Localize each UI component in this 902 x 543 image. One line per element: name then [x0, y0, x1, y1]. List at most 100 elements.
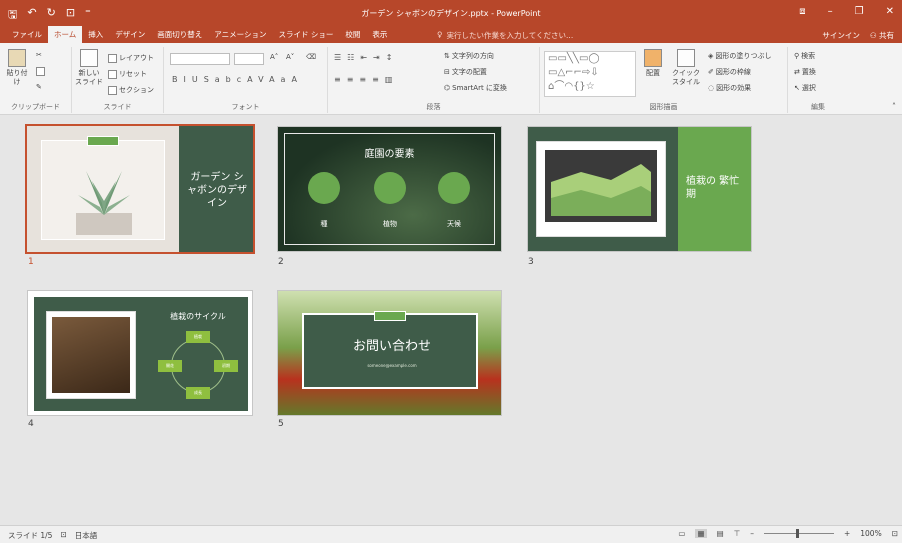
group-drawing: ▭▭╲╲▭◯ ▭△⌐⌐⇨⇩ ⌂⌒◠{}☆ 配置 クイック スタイル ◈ 図形の塗りつぶ… [540, 47, 788, 113]
group-font: A˄ A˅ ⌫ BIUSabcAVAaA フォント [164, 47, 328, 113]
title-bar: 🖫 ↶ ↻ ⊡ ⁼ ガーデン シャボンのデザイン.pptx - PowerPoi… [0, 0, 902, 26]
find-button[interactable]: ⚲ 検索 [794, 51, 815, 61]
scissors-icon: ✂ [36, 51, 42, 59]
window-controls: ⧈ – ❐ ✕ [799, 6, 894, 17]
align-text-label: 文字の配置 [451, 68, 487, 76]
zoom-slider-thumb[interactable] [795, 529, 799, 538]
close-button[interactable]: ✕ [886, 6, 894, 17]
minimize-button[interactable]: – [828, 6, 833, 17]
restore-button[interactable]: ❐ [855, 6, 864, 17]
tab-animations[interactable]: アニメーション [208, 26, 272, 43]
grow-font-button[interactable]: A˄ [270, 53, 278, 61]
copy-icon [36, 67, 45, 76]
arrange-button[interactable]: 配置 [640, 49, 666, 78]
slide-2-item-3: 天候 [447, 220, 461, 228]
ribbon-display-options-icon[interactable]: ⧈ [799, 6, 805, 17]
eraser-icon: ⌫ [306, 53, 316, 61]
section-button[interactable]: セクション [108, 85, 154, 95]
zoom-slider[interactable] [763, 529, 834, 538]
reading-view-icon[interactable]: ▤ [717, 529, 724, 538]
shape-effects-button[interactable]: ◌ 図形の効果 [708, 83, 751, 93]
text-direction-icon: ⇅ [444, 52, 450, 60]
slide-thumbnail-4[interactable]: 植栽のサイクル 植栽 初期 成長 開花 [27, 290, 253, 416]
replace-icon: ⇄ [794, 68, 800, 76]
font-format-buttons[interactable]: BIUSabcAVAaA [172, 75, 303, 84]
seed-icon [308, 172, 340, 204]
shape-fill-button[interactable]: ◈ 図形の塗りつぶし [708, 51, 771, 61]
pen-icon: ✐ [708, 68, 714, 76]
group-label-editing: 編集 [811, 103, 825, 111]
brush-icon: ✎ [36, 83, 42, 91]
cut-button[interactable]: ✂ [36, 51, 42, 59]
tab-file[interactable]: ファイル [6, 26, 48, 43]
list-buttons[interactable]: ☰☷⇤⇥↕ [334, 53, 398, 62]
font-name-combo[interactable] [170, 53, 230, 65]
layout-button[interactable]: レイアウト [108, 53, 154, 63]
slide-thumbnail-1[interactable]: ガーデン シャボンのデザイン [25, 124, 255, 254]
replace-button[interactable]: ⇄ 置換 [794, 67, 816, 77]
ribbon-tabs: ファイル ホーム 挿入 デザイン 画面切り替え アニメーション スライド ショー… [6, 26, 393, 43]
zoom-level[interactable]: 100% [860, 529, 881, 538]
tab-view[interactable]: 表示 [366, 26, 393, 43]
normal-view-icon[interactable]: ▭ [678, 529, 685, 538]
weather-icon [438, 172, 470, 204]
slide-number-5: 5 [278, 419, 284, 429]
slide-3-chart-frame [536, 141, 666, 237]
slide-number-3: 3 [528, 257, 534, 267]
tab-slideshow[interactable]: スライド ショー [272, 26, 339, 43]
fit-to-window-icon[interactable]: ⊡ [892, 529, 898, 538]
smartart-button[interactable]: ⌬ SmartArt に変換 [444, 83, 507, 93]
paste-button[interactable]: 貼り付け [4, 49, 30, 87]
window-title: ガーデン シャボンのデザイン.pptx - PowerPoint [361, 9, 541, 18]
tell-me-search[interactable]: ♀ 実行したい作業を入力してください... [437, 30, 573, 41]
format-painter-button[interactable]: ✎ [36, 83, 42, 91]
clipboard-icon [8, 49, 26, 67]
group-label-font: フォント [231, 103, 260, 111]
select-button[interactable]: ↖ 選択 [794, 83, 816, 93]
slide-3-title: 植栽の 繁忙期 [686, 176, 740, 200]
collapse-ribbon-icon[interactable]: ˄ [892, 102, 896, 111]
tab-insert[interactable]: 挿入 [82, 26, 109, 43]
person-icon: ⚇ [869, 31, 879, 40]
zoom-in-button[interactable]: + [844, 529, 850, 538]
share-button[interactable]: ⚇ 共有 [870, 30, 894, 41]
tab-review[interactable]: 校閲 [339, 26, 366, 43]
select-label: 選択 [801, 84, 816, 92]
font-size-combo[interactable] [234, 53, 264, 65]
reset-button[interactable]: リセット [108, 69, 147, 79]
tab-transitions[interactable]: 画面切り替え [151, 26, 208, 43]
slide-thumbnail-3[interactable]: 植栽の 繁忙期 [527, 126, 752, 252]
new-slide-button[interactable]: 新しい スライド [74, 49, 104, 87]
shape-outline-button[interactable]: ✐ 図形の枠線 [708, 67, 751, 77]
share-label: 共有 [879, 31, 894, 40]
text-direction-button[interactable]: ⇅ 文字列の方向 [444, 51, 494, 61]
align-buttons[interactable]: ≡≡≡≡▥ [334, 75, 398, 84]
spellcheck-icon[interactable]: ⊡ [60, 530, 66, 541]
slide-indicator: スライド 1/5 [8, 531, 53, 540]
shrink-font-button[interactable]: A˅ [286, 53, 294, 61]
clear-format-button[interactable]: ⌫ [306, 53, 316, 61]
section-icon [108, 85, 117, 95]
zoom-out-button[interactable]: – [750, 529, 754, 538]
smartart-label: SmartArt に変換 [452, 84, 507, 92]
slide-thumbnail-5[interactable]: お問い合わせ someone@example.com [277, 290, 502, 416]
slide-number-1: 1 [28, 257, 34, 267]
signin-link[interactable]: サインイン [822, 30, 860, 41]
slide-4-photo-frame [46, 311, 136, 399]
slide-sorter-view-icon[interactable]: ▦ [695, 529, 707, 538]
slide-thumbnail-2[interactable]: 庭園の要素 種 植物 天候 [277, 126, 502, 252]
tab-design[interactable]: デザイン [109, 26, 151, 43]
slide-1-green-tab [87, 136, 119, 146]
slide-5-title: お問い合わせ [352, 339, 431, 354]
language-indicator[interactable]: 日本語 [75, 530, 98, 541]
slide-4-title: 植栽のサイクル [170, 312, 226, 321]
copy-button[interactable] [36, 67, 45, 76]
shapes-gallery[interactable]: ▭▭╲╲▭◯ ▭△⌐⌐⇨⇩ ⌂⌒◠{}☆ [544, 51, 636, 97]
slide-2-title: 庭園の要素 [364, 149, 415, 160]
succulent-photo [76, 171, 132, 235]
slideshow-view-icon[interactable]: ⊤ [734, 529, 741, 538]
tab-home[interactable]: ホーム [48, 26, 83, 43]
paint-bucket-icon: ◈ [708, 52, 714, 60]
align-text-button[interactable]: ⊟ 文字の配置 [444, 67, 487, 77]
quick-styles-button[interactable]: クイック スタイル [668, 49, 704, 87]
